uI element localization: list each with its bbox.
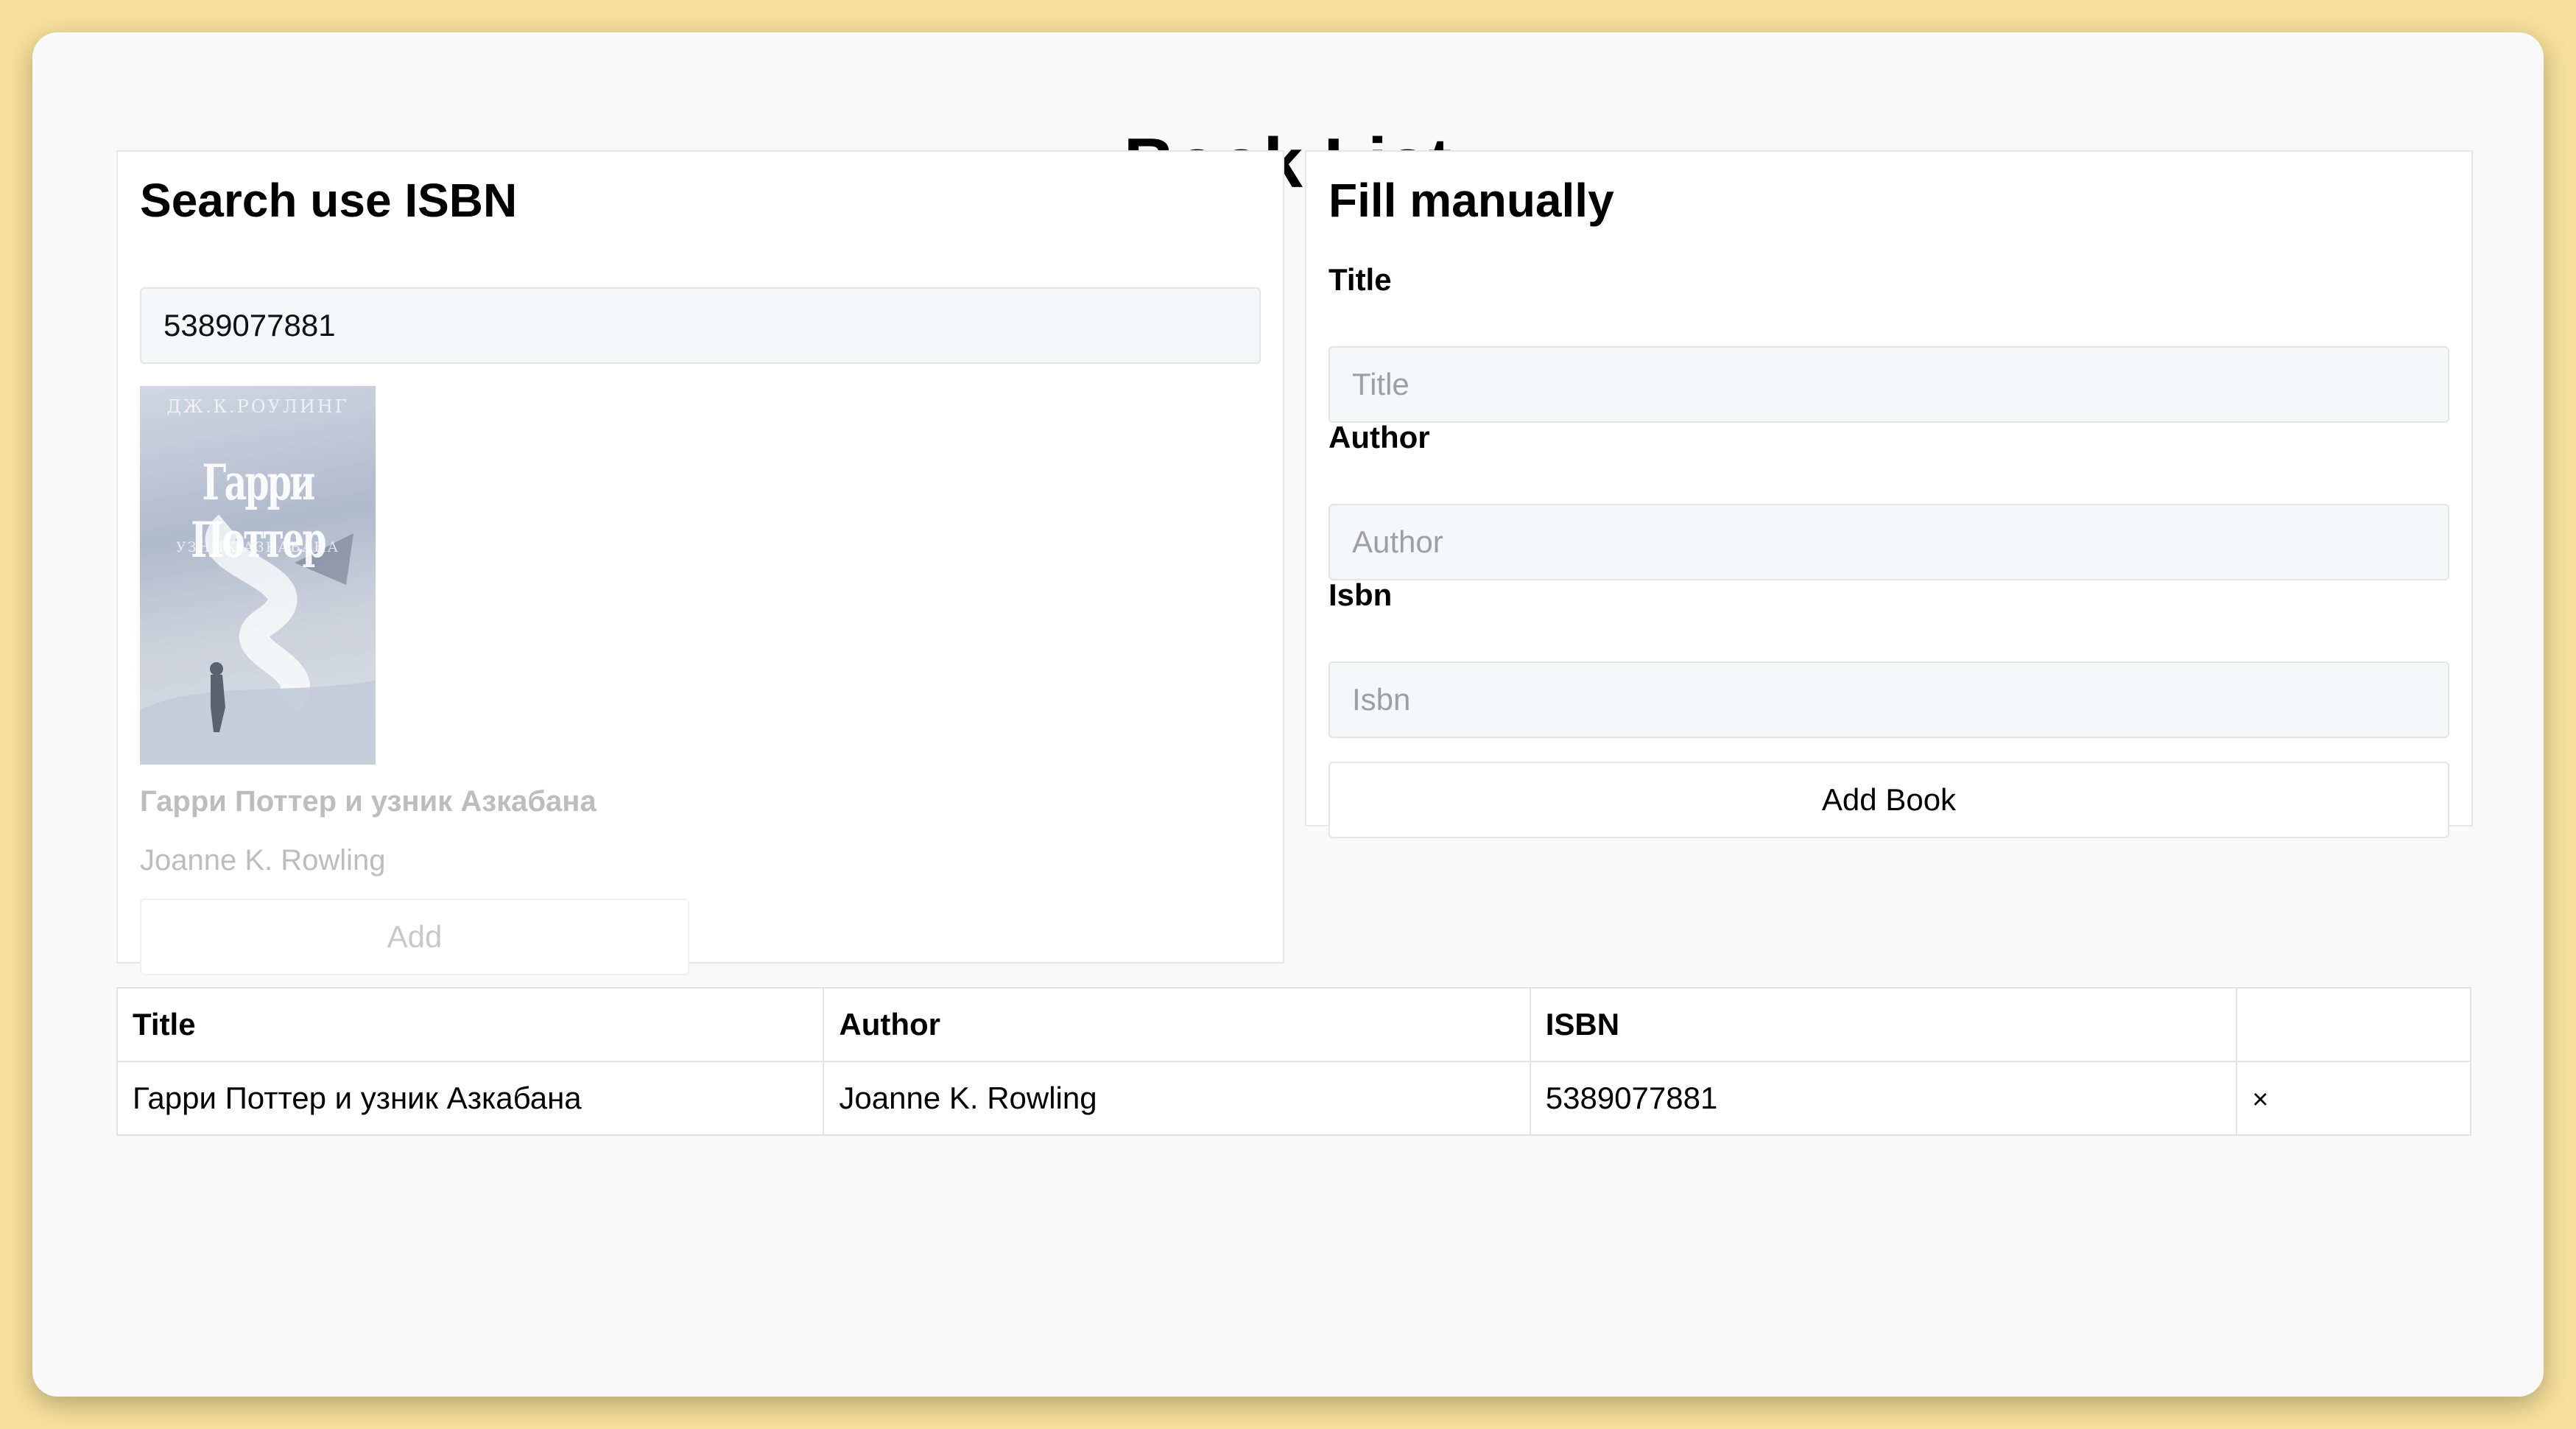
cover-subtitle-text: УЗНИК АЗКАБАНА <box>175 539 340 555</box>
header-author: Author <box>823 987 1531 1062</box>
search-isbn-panel: Search use ISBN ДЖ.К.РОУЛИНГ Гарри Потте… <box>116 150 1284 975</box>
cell-title: Гарри Поттер и узник Азкабана <box>116 1061 825 1136</box>
header-isbn: ISBN <box>1529 987 2238 1062</box>
cover-author-text: ДЖ.К.РОУЛИНГ <box>166 396 349 417</box>
remove-book-button[interactable]: × <box>2252 1084 2268 1115</box>
author-label: Author <box>1329 420 1430 454</box>
isbn-input[interactable] <box>1329 661 2449 738</box>
add-result-button[interactable]: Add <box>140 899 689 975</box>
app-card: Book List Search use ISBN ДЖ.К.РОУЛИНГ Г… <box>32 32 2544 1397</box>
result-book-title: Гарри Поттер и узник Азкабана <box>140 785 597 818</box>
table-header-row: Title Author ISBN <box>116 987 2471 1062</box>
cell-author: Joanne K. Rowling <box>823 1061 1531 1136</box>
cell-actions: × <box>2236 1061 2471 1136</box>
isbn-search-input[interactable] <box>140 287 1261 364</box>
cover-illustration <box>140 514 376 765</box>
header-title: Title <box>116 987 825 1062</box>
table-row: Гарри Поттер и узник Азкабана Joanne K. … <box>116 1061 2471 1136</box>
result-book-author: Joanne K. Rowling <box>140 844 386 877</box>
search-heading: Search use ISBN <box>140 174 518 227</box>
title-input[interactable] <box>1329 346 2449 423</box>
fill-manually-panel: Fill manually Title Author Isbn Add Book <box>1305 150 2473 838</box>
cell-isbn: 5389077881 <box>1529 1061 2238 1136</box>
title-label: Title <box>1329 262 1392 297</box>
header-actions <box>2236 987 2471 1062</box>
isbn-label: Isbn <box>1329 577 1393 612</box>
manual-heading: Fill manually <box>1329 174 1614 227</box>
author-input[interactable] <box>1329 504 2449 580</box>
books-table: Title Author ISBN Гарри Поттер и узник А… <box>116 987 2471 1136</box>
book-cover-image: ДЖ.К.РОУЛИНГ Гарри Поттер УЗНИК АЗКАБАНА <box>140 386 376 765</box>
add-book-button[interactable]: Add Book <box>1329 762 2449 838</box>
